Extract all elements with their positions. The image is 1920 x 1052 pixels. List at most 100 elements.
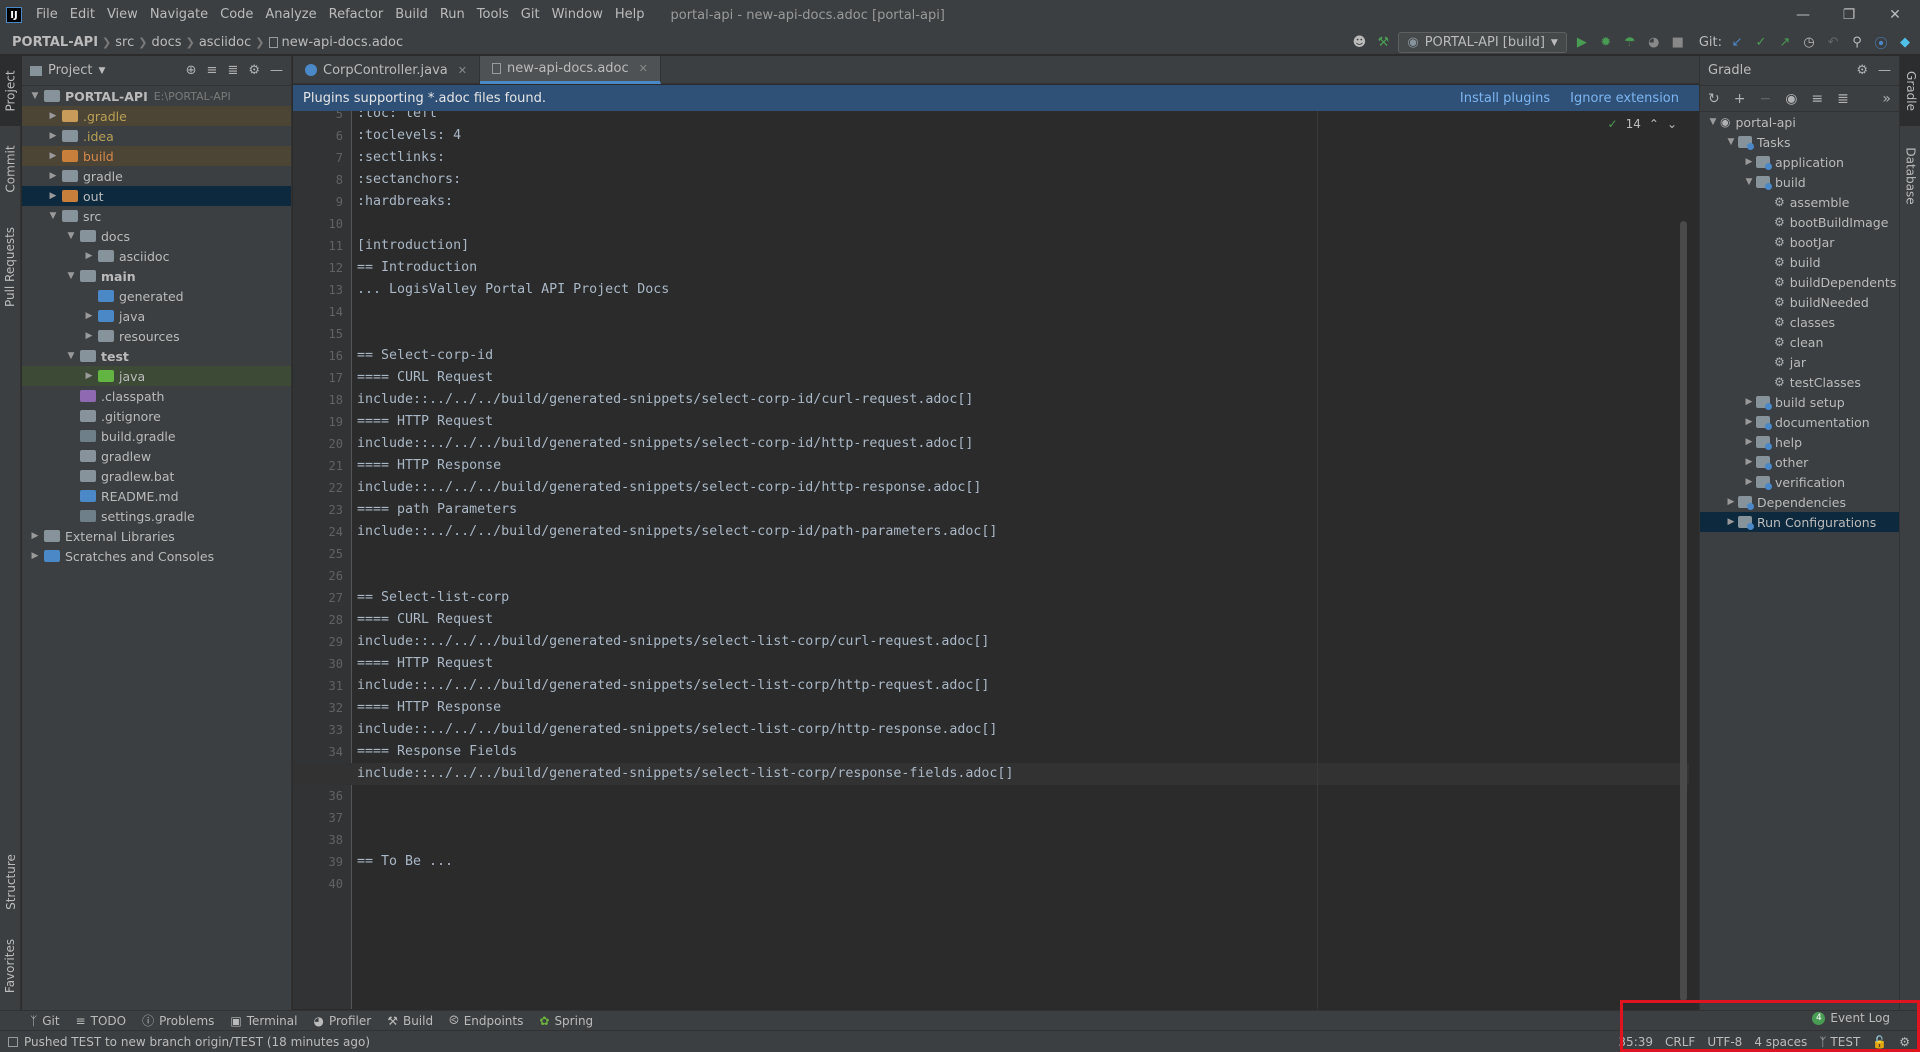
menu-run[interactable]: Run bbox=[434, 0, 471, 30]
gradle-tree-item[interactable]: ▼ build bbox=[1700, 172, 1899, 192]
gradle-elephant-icon[interactable]: ◉ bbox=[1785, 91, 1797, 107]
tool-todo[interactable]: ≡ TODO bbox=[68, 1014, 135, 1028]
code-line[interactable]: [introduction] bbox=[357, 235, 469, 257]
project-tree-item[interactable]: ▼ main bbox=[22, 266, 291, 286]
tool-problems[interactable]: ⓘ Problems bbox=[134, 1012, 222, 1029]
gradle-tree-item[interactable]: ▶ documentation bbox=[1700, 412, 1899, 432]
breadcrumb-docs[interactable]: docs bbox=[147, 35, 185, 50]
code-line[interactable]: ==== HTTP Request bbox=[357, 653, 493, 675]
coverage-icon[interactable]: ☂ bbox=[1621, 34, 1639, 52]
chevron-right-icon[interactable]: ▶ bbox=[1742, 477, 1756, 487]
tool-build[interactable]: ⚒ Build bbox=[379, 1014, 441, 1028]
gradle-tree-item[interactable]: ⚙ clean bbox=[1700, 332, 1899, 352]
remove-icon[interactable]: − bbox=[1759, 91, 1771, 107]
chevron-down-icon[interactable]: ▼ bbox=[64, 231, 78, 241]
git-commit-icon[interactable]: ✓ bbox=[1752, 34, 1770, 52]
code-line[interactable]: include::../../../build/generated-snippe… bbox=[357, 477, 981, 499]
chevron-right-icon[interactable]: ▶ bbox=[1742, 157, 1756, 167]
code-line[interactable]: ==== path Parameters bbox=[357, 499, 517, 521]
code-line[interactable]: :toc: left bbox=[357, 111, 437, 125]
vertical-scrollbar[interactable] bbox=[1680, 221, 1687, 1001]
menu-window[interactable]: Window bbox=[546, 0, 609, 30]
stop-icon[interactable]: ■ bbox=[1669, 34, 1687, 52]
project-tree-item[interactable]: ▶ java bbox=[22, 306, 291, 326]
status-message[interactable]: Pushed TEST to new branch origin/TEST (1… bbox=[24, 1035, 370, 1049]
menu-build[interactable]: Build bbox=[389, 0, 434, 30]
gradle-tree-item[interactable]: ⚙ bootJar bbox=[1700, 232, 1899, 252]
project-tree-item[interactable]: ▶ build bbox=[22, 146, 291, 166]
chevron-right-icon[interactable]: ▶ bbox=[82, 251, 96, 261]
status-toggle-icon[interactable] bbox=[8, 1036, 18, 1047]
project-tree-item[interactable]: ▼ src bbox=[22, 206, 291, 226]
code-line[interactable]: ==== HTTP Request bbox=[357, 411, 493, 433]
code-line[interactable]: == Select-corp-id bbox=[357, 345, 493, 367]
project-tree-item[interactable]: ▶ .gradle bbox=[22, 106, 291, 126]
project-tree-item[interactable]: ▶ java bbox=[22, 366, 291, 386]
code-line[interactable]: :toclevels: 4 bbox=[357, 125, 461, 147]
gradle-tree-item[interactable]: ▶ other bbox=[1700, 452, 1899, 472]
strip-tab-gradle[interactable]: Gradle bbox=[1900, 56, 1920, 126]
project-tree-item[interactable]: settings.gradle bbox=[22, 506, 291, 526]
chevron-right-icon[interactable]: ▶ bbox=[46, 191, 60, 201]
breadcrumb-project[interactable]: PORTAL-API bbox=[0, 35, 102, 50]
code-line[interactable]: :sectanchors: bbox=[357, 169, 461, 191]
code-line[interactable]: ... LogisValley Portal API Project Docs bbox=[357, 279, 669, 301]
project-tree-item[interactable]: ▶ Scratches and Consoles bbox=[22, 546, 291, 566]
strip-tab-structure[interactable]: Structure bbox=[0, 842, 21, 922]
user-icon[interactable]: ☻ bbox=[1350, 34, 1368, 52]
gradle-tree-item[interactable]: ▶ verification bbox=[1700, 472, 1899, 492]
locate-icon[interactable]: ⊕ bbox=[186, 63, 197, 78]
chevron-down-icon[interactable]: ▼ bbox=[64, 351, 78, 361]
breadcrumb-src[interactable]: src bbox=[111, 35, 138, 50]
inspection-widget[interactable]: ✓ 14 ⌃ ⌄ bbox=[1608, 117, 1677, 131]
gradle-tree-item[interactable]: ⚙ jar bbox=[1700, 352, 1899, 372]
reload-icon[interactable]: ↻ bbox=[1708, 91, 1720, 107]
chevron-right-icon[interactable]: ▶ bbox=[46, 131, 60, 141]
chevron-right-icon[interactable]: ▶ bbox=[82, 371, 96, 381]
close-window-icon[interactable]: ✕ bbox=[1872, 0, 1918, 30]
code-line[interactable]: ==== Response Fields bbox=[357, 741, 517, 763]
menu-navigate[interactable]: Navigate bbox=[144, 0, 214, 30]
strip-tab-favorites[interactable]: Favorites bbox=[0, 926, 21, 1006]
history-icon[interactable]: ◷ bbox=[1800, 34, 1818, 52]
gradle-tree-item[interactable]: ⚙ bootBuildImage bbox=[1700, 212, 1899, 232]
chevron-down-icon[interactable]: ▼ bbox=[1724, 137, 1738, 147]
install-plugins-link[interactable]: Install plugins bbox=[1460, 91, 1550, 106]
git-push-icon[interactable]: ↗ bbox=[1776, 34, 1794, 52]
collapse-all-icon[interactable]: ≣ bbox=[227, 63, 238, 78]
menu-tools[interactable]: Tools bbox=[471, 0, 515, 30]
project-tree-item[interactable]: README.md bbox=[22, 486, 291, 506]
tool-terminal[interactable]: ▣ Terminal bbox=[222, 1014, 305, 1028]
breadcrumb-asciidoc[interactable]: asciidoc bbox=[195, 35, 255, 50]
ignore-extension-link[interactable]: Ignore extension bbox=[1570, 91, 1679, 106]
gradle-tree-item[interactable]: ⚙ assemble bbox=[1700, 192, 1899, 212]
gradle-tree-item[interactable]: ▼ ◉ portal-api bbox=[1700, 112, 1899, 132]
gradle-tree-item[interactable]: ▼ Tasks bbox=[1700, 132, 1899, 152]
expand-all-icon[interactable]: ≡ bbox=[207, 63, 218, 78]
tool-profiler[interactable]: ◕ Profiler bbox=[305, 1014, 379, 1028]
update-icon[interactable]: ⦿ bbox=[1872, 34, 1890, 52]
project-tree-item[interactable]: ▼ PORTAL-API E:\PORTAL-API bbox=[22, 86, 291, 106]
gradle-tree-item[interactable]: ▶ Run Configurations bbox=[1700, 512, 1899, 532]
code-line[interactable]: :hardbreaks: bbox=[357, 191, 453, 213]
project-tree-item[interactable]: ▼ docs bbox=[22, 226, 291, 246]
debug-icon[interactable]: ✹ bbox=[1597, 34, 1615, 52]
git-update-icon[interactable]: ↙ bbox=[1728, 34, 1746, 52]
code-line[interactable]: include::../../../build/generated-snippe… bbox=[293, 763, 1689, 785]
gradle-tree-item[interactable]: ⚙ build bbox=[1700, 252, 1899, 272]
chevron-up-icon[interactable]: ⌃ bbox=[1649, 117, 1659, 131]
project-tree-item[interactable]: ▶ .idea bbox=[22, 126, 291, 146]
chevron-right-icon[interactable]: ▶ bbox=[28, 531, 42, 541]
project-tree-item[interactable]: ▶ out bbox=[22, 186, 291, 206]
chevron-right-icon[interactable]: ▶ bbox=[46, 151, 60, 161]
project-tree-item[interactable]: ▶ External Libraries bbox=[22, 526, 291, 546]
chevron-down-icon[interactable]: ▼ bbox=[98, 66, 105, 76]
code-line[interactable]: ==== HTTP Response bbox=[357, 697, 501, 719]
chevron-right-icon[interactable]: ▶ bbox=[1742, 437, 1756, 447]
tab-new-api-docs[interactable]: new-api-docs.adoc ✕ bbox=[479, 56, 661, 84]
menu-analyze[interactable]: Analyze bbox=[259, 0, 322, 30]
hide-icon[interactable]: — bbox=[270, 63, 283, 78]
gradle-tree-item[interactable]: ⚙ buildDependents bbox=[1700, 272, 1899, 292]
code-line[interactable]: include::../../../build/generated-snippe… bbox=[357, 389, 973, 411]
chevron-right-icon[interactable]: ▶ bbox=[82, 311, 96, 321]
